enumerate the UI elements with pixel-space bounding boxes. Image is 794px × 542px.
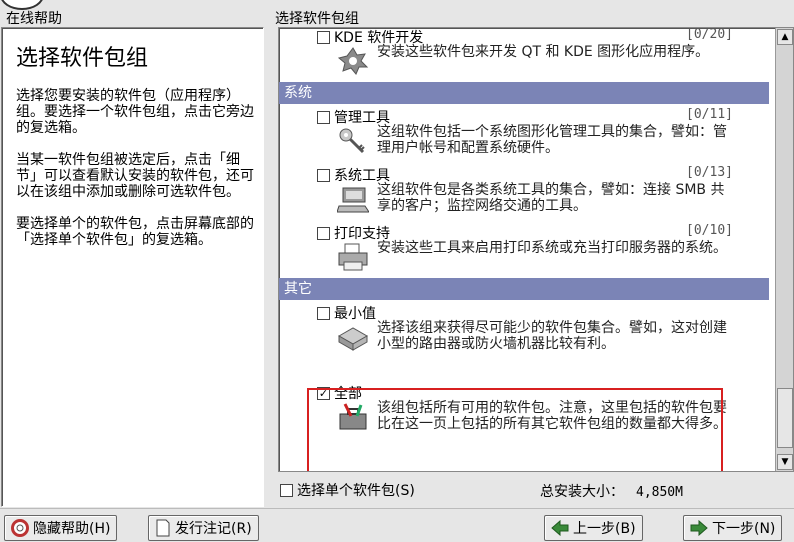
admin-checkbox[interactable] bbox=[317, 110, 330, 124]
group-admin-tools: 管理工具 [0/11] 这组软件包括一个系统图形化管理工具的集合，譬如：管理用户… bbox=[279, 104, 769, 162]
group-description: 选择该组来获得尽可能少的软件包集合。譬如，这对创建小型的路由器或防火墙机器比较有… bbox=[377, 320, 727, 352]
printing-checkbox[interactable] bbox=[317, 226, 330, 240]
group-description: 这组软件包是各类系统工具的集合，譬如：连接 SMB 共享的客户；监控网络交通的工… bbox=[377, 182, 725, 214]
select-individual-label: 选择单个软件包(S) bbox=[297, 483, 415, 499]
back-button[interactable]: 上一步(B) bbox=[544, 515, 643, 541]
group-description: 安装这些工具来启用打印系统或充当打印服务器的系统。 bbox=[377, 240, 727, 256]
total-size-value: 4,850M bbox=[636, 485, 683, 500]
group-minimal: 最小值 选择该组来获得尽可能少的软件包集合。譬如，这对创建小型的路由器或防火墙机… bbox=[279, 300, 769, 380]
help-paragraph: 要选择单个的软件包，点击屏幕底部的「选择单个软件包」的复选箱。 bbox=[16, 216, 254, 248]
group-kde-development: KDE 软件开发 [0/20] 安装这些软件包来开发 QT 和 KDE 图形化应… bbox=[279, 27, 769, 82]
arrow-left-icon bbox=[551, 520, 569, 536]
computer-icon bbox=[337, 187, 369, 213]
box-icon bbox=[337, 327, 369, 351]
help-paragraph: 选择您要安装的软件包（应用程序）组。要选择一个软件包组，点击它旁边的复选箱。 bbox=[16, 88, 254, 136]
hide-help-button[interactable]: 隐藏帮助(H) bbox=[4, 515, 118, 541]
scroll-down-icon[interactable]: ▼ bbox=[777, 454, 793, 470]
group-name: 最小值 bbox=[334, 306, 376, 322]
kde-checkbox[interactable] bbox=[317, 30, 330, 44]
systools-checkbox[interactable] bbox=[317, 168, 330, 182]
group-count: [0/11] bbox=[686, 107, 733, 122]
group-count: [0/10] bbox=[686, 223, 733, 238]
back-label: 上一步(B) bbox=[573, 521, 636, 537]
next-button[interactable]: 下一步(N) bbox=[683, 515, 783, 541]
group-printing: 打印支持 [0/10] 安装这些工具来启用打印系统或充当打印服务器的系统。 bbox=[279, 220, 769, 278]
help-panel-label: 在线帮助 bbox=[6, 11, 62, 27]
scroll-up-icon[interactable]: ▲ bbox=[777, 29, 793, 45]
printer-icon bbox=[338, 243, 368, 271]
release-notes-label: 发行注记(R) bbox=[175, 521, 252, 537]
select-individual-row[interactable]: 选择单个软件包(S) bbox=[280, 479, 415, 501]
keys-icon bbox=[339, 128, 365, 154]
highlight-box bbox=[307, 388, 723, 471]
total-install-size: 总安装大小： 4,850M bbox=[540, 481, 683, 501]
group-description: 这组软件包括一个系统图形化管理工具的集合，譬如：管理用户帐号和配置系统硬件。 bbox=[377, 124, 727, 156]
kde-gear-icon bbox=[337, 47, 369, 75]
package-list-scrollbar[interactable]: ▲ ▼ bbox=[775, 28, 793, 471]
footer-bar: 隐藏帮助(H) 发行注记(R) 上一步(B) 下一步(N) bbox=[0, 508, 794, 542]
release-notes-button[interactable]: 发行注记(R) bbox=[148, 515, 259, 541]
help-panel: 选择软件包组 选择您要安装的软件包（应用程序）组。要选择一个软件包组，点击它旁边… bbox=[1, 27, 264, 507]
total-size-label: 总安装大小： bbox=[540, 484, 624, 500]
document-icon bbox=[156, 519, 170, 537]
help-paragraph: 当某一软件包组被选定后，点击「细节」可以查看默认安装的软件包，还可以在该组中添加… bbox=[16, 152, 254, 200]
package-group-list[interactable]: KDE 软件开发 [0/20] 安装这些软件包来开发 QT 和 KDE 图形化应… bbox=[278, 27, 794, 472]
group-minimal-row[interactable]: 最小值 bbox=[317, 303, 376, 323]
section-label: 选择软件包组 bbox=[275, 11, 359, 27]
category-system: 系统 bbox=[279, 82, 769, 104]
hide-help-label: 隐藏帮助(H) bbox=[33, 521, 111, 537]
select-individual-checkbox[interactable] bbox=[280, 483, 293, 497]
help-heading: 选择软件包组 bbox=[16, 46, 149, 71]
next-label: 下一步(N) bbox=[712, 521, 776, 537]
scroll-thumb[interactable] bbox=[777, 388, 793, 448]
group-count: [0/13] bbox=[686, 165, 733, 180]
group-count: [0/20] bbox=[686, 27, 733, 42]
help-lifebuoy-icon bbox=[11, 519, 29, 537]
group-system-tools: 系统工具 [0/13] 这组软件包是各类系统工具的集合，譬如：连接 SMB 共享… bbox=[279, 162, 769, 220]
minimal-checkbox[interactable] bbox=[317, 306, 330, 320]
arrow-right-icon bbox=[690, 520, 708, 536]
category-other: 其它 bbox=[279, 278, 769, 300]
group-description: 安装这些软件包来开发 QT 和 KDE 图形化应用程序。 bbox=[377, 44, 710, 60]
